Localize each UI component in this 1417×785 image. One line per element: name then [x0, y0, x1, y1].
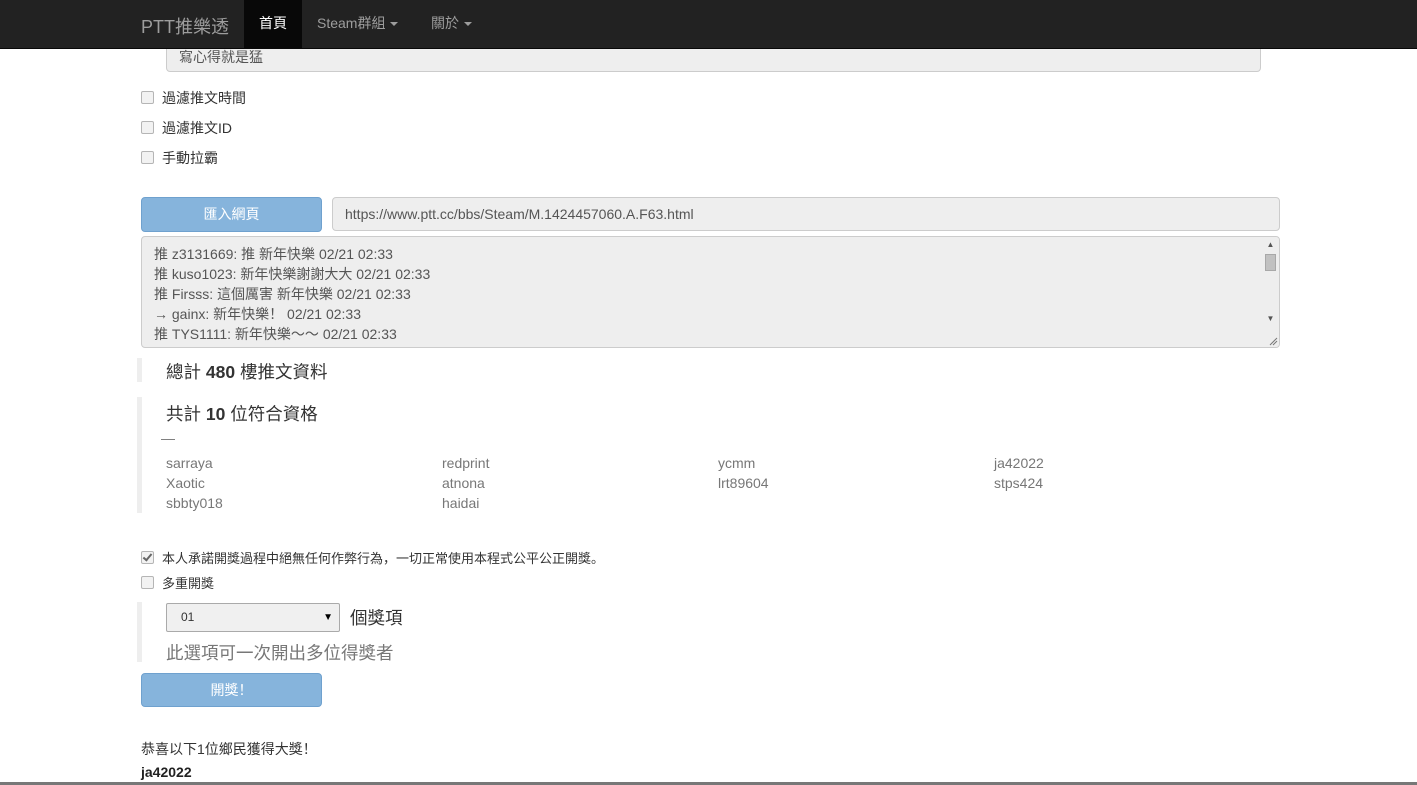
- qualified-user: atnona: [442, 475, 485, 491]
- scroll-up-arrow-icon[interactable]: ▲: [1262, 239, 1279, 251]
- scroll-thumb[interactable]: [1265, 254, 1276, 271]
- total-suffix: 樓推文資料: [239, 362, 328, 382]
- prize-count-select[interactable]: 01 ▼: [166, 603, 340, 632]
- url-input-value: https://www.ptt.cc/bbs/Steam/M.142445706…: [345, 206, 694, 222]
- prize-unit-label: 個獎項: [350, 608, 403, 628]
- qualified-user: stps424: [994, 475, 1044, 491]
- comment-line: 推 Firsss: 這個厲害 新年快樂 02/21 02:33: [154, 286, 411, 302]
- total-count: 480: [205, 362, 236, 382]
- manual-slot-option[interactable]: 手動拉霸: [141, 149, 218, 167]
- scroll-down-arrow-icon[interactable]: ▼: [1262, 313, 1279, 325]
- nav-home-label: 首頁: [259, 15, 287, 31]
- qualified-user: lrt89604: [718, 475, 769, 491]
- filter-time-label: 過濾推文時間: [162, 90, 246, 106]
- fair-play-promise-checkbox[interactable]: [141, 551, 154, 565]
- fair-play-promise-option[interactable]: 本人承諾開獎過程中絕無任何作弊行為，一切正常使用本程式公平公正開獎。: [141, 550, 604, 568]
- comment-line: 推 TYS1111: 新年快樂～～ 02/21 02:33: [154, 326, 397, 342]
- total-comments-quote: 總計 480 樓推文資料: [137, 358, 327, 382]
- qualified-count-text: 共計 10 位符合資格: [166, 401, 318, 426]
- filter-time-checkbox[interactable]: [141, 90, 154, 104]
- qualified-users-quote: 共計 10 位符合資格: [137, 397, 318, 513]
- qualified-user: ja42022: [994, 455, 1044, 471]
- multi-draw-label: 多重開獎: [162, 576, 215, 591]
- draw-button-label: 開獎！: [210, 682, 253, 698]
- manual-slot-checkbox[interactable]: [141, 150, 154, 164]
- multi-draw-checkbox[interactable]: [141, 576, 154, 590]
- prize-count-value: 01: [181, 610, 195, 624]
- nav-about-label: 關於: [431, 15, 459, 31]
- comments-list: 推 z3131669: 推 新年快樂 02/21 02:33 推 kuso102…: [142, 237, 1279, 344]
- congrats-text: 恭喜以下1位鄉民獲得大獎！: [141, 741, 317, 757]
- nav-steam-group-dropdown[interactable]: Steam群組: [302, 0, 413, 48]
- manual-slot-label: 手動拉霸: [162, 150, 218, 166]
- comment-line: 推 z3131669: 推 新年快樂 02/21 02:33: [154, 246, 393, 262]
- total-comments-text: 總計 480 樓推文資料: [166, 359, 327, 384]
- resize-grip-icon[interactable]: [1268, 336, 1278, 346]
- total-prefix: 總計: [166, 362, 201, 382]
- dropdown-arrow-icon: ▼: [323, 612, 333, 623]
- qualified-user: sbbty018: [166, 495, 223, 511]
- draw-button[interactable]: 開獎！: [141, 673, 322, 707]
- nav-about-dropdown[interactable]: 關於: [416, 0, 487, 48]
- nav-home[interactable]: 首頁: [244, 0, 302, 48]
- import-page-button-label: 匯入網頁: [203, 206, 260, 222]
- qualified-user: redprint: [442, 455, 490, 471]
- filter-id-option[interactable]: 過濾推文ID: [141, 119, 232, 137]
- import-page-button[interactable]: 匯入網頁: [141, 197, 322, 232]
- multi-draw-option[interactable]: 多重開獎: [141, 575, 214, 593]
- comments-textarea[interactable]: 推 z3131669: 推 新年快樂 02/21 02:33 推 kuso102…: [141, 236, 1280, 348]
- navbar: PTT推樂透 首頁 Steam群組 關於: [0, 0, 1417, 49]
- qualified-suffix: 位符合資格: [230, 404, 318, 424]
- qualified-count: 10: [205, 404, 226, 424]
- multi-draw-hint: 此選項可一次開出多位得獎者: [166, 643, 394, 663]
- fair-play-promise-label: 本人承諾開獎過程中絕無任何作弊行為，一切正常使用本程式公平公正開獎。: [162, 551, 605, 566]
- qualified-user: ycmm: [718, 455, 756, 471]
- multi-draw-quote: [137, 602, 142, 662]
- divider-dash: —: [161, 430, 175, 446]
- caret-down-icon: [464, 22, 472, 27]
- comments-scrollbar[interactable]: ▲ ▼: [1262, 237, 1279, 347]
- filter-id-checkbox[interactable]: [141, 120, 154, 134]
- qualified-prefix: 共計: [166, 404, 201, 424]
- caret-down-icon: [390, 22, 399, 27]
- url-input[interactable]: https://www.ptt.cc/bbs/Steam/M.142445706…: [332, 197, 1280, 231]
- keyword-input-value: 寫心得就是猛: [179, 49, 263, 65]
- brand-logo[interactable]: PTT推樂透: [141, 13, 229, 39]
- filter-id-label: 過濾推文ID: [162, 120, 232, 136]
- qualified-user: haidai: [442, 495, 480, 511]
- nav-steam-group-label: Steam群組: [317, 15, 386, 31]
- qualified-user: Xaotic: [166, 475, 205, 491]
- qualified-user: sarraya: [166, 455, 213, 471]
- filter-time-option[interactable]: 過濾推文時間: [141, 89, 246, 107]
- comment-line: 推 kuso1023: 新年快樂謝謝大大 02/21 02:33: [154, 266, 431, 282]
- comment-line: → gainx: 新年快樂！ 02/21 02:33: [154, 306, 361, 322]
- winner-name: ja42022: [141, 764, 192, 780]
